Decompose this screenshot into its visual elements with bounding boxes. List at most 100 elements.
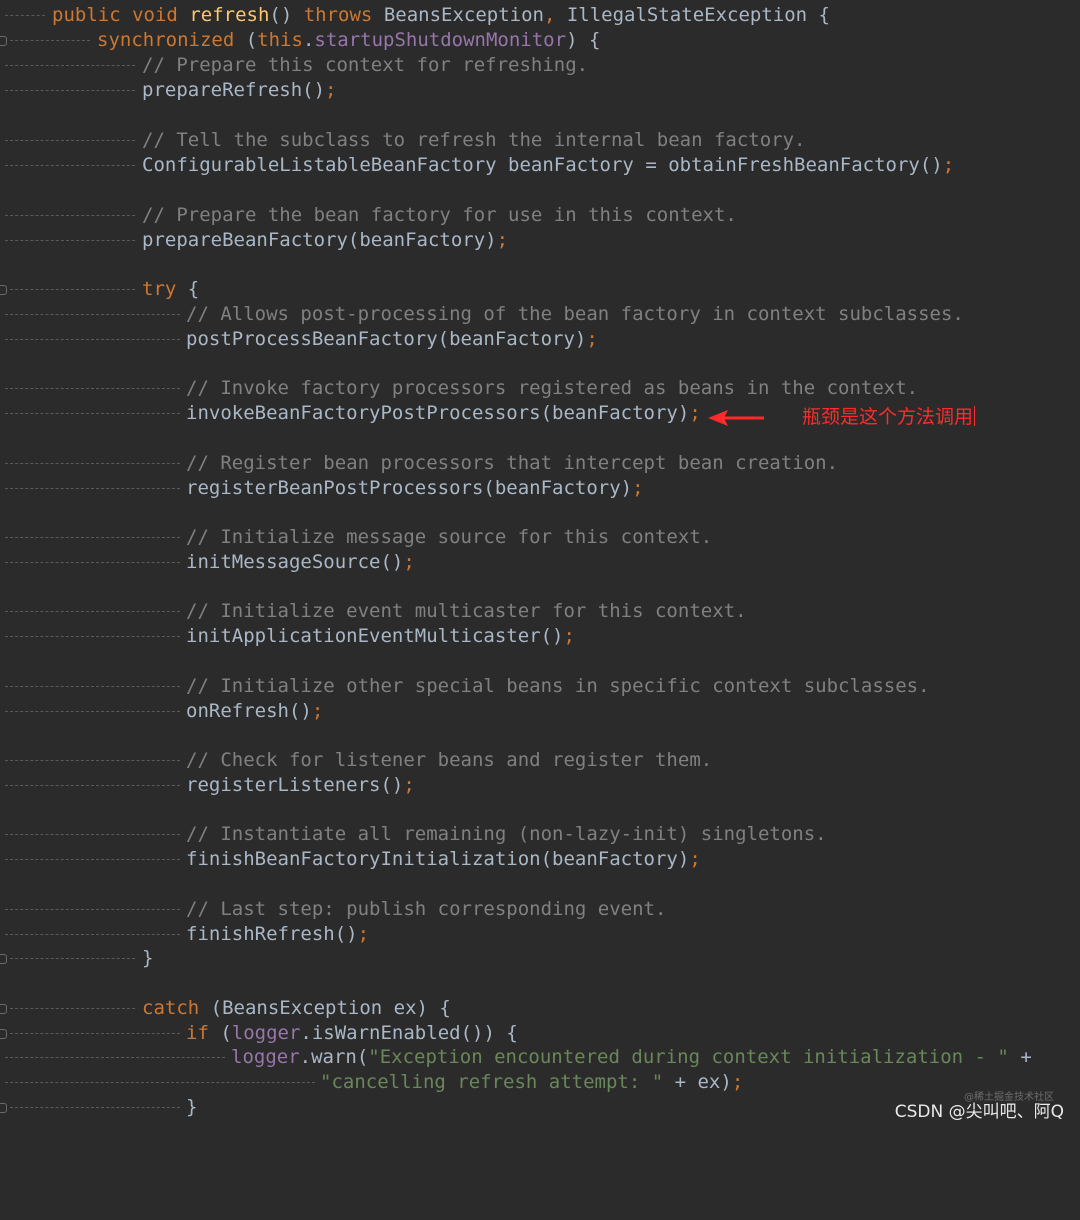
code-text: ( bbox=[208, 1022, 232, 1044]
code-line: // Initialize message source for this co… bbox=[0, 525, 1080, 550]
field-name: startupShutdownMonitor bbox=[314, 29, 567, 51]
fold-marker-icon[interactable] bbox=[0, 1004, 7, 1014]
punctuation: ; bbox=[731, 1071, 744, 1093]
code-text: .warn( bbox=[299, 1046, 369, 1068]
code-line: // Invoke factory processors registered … bbox=[0, 376, 1080, 401]
punctuation: ; bbox=[942, 154, 955, 176]
code-text: } bbox=[142, 947, 154, 969]
code-line: initMessageSource(); bbox=[0, 550, 1080, 575]
comment: // Check for listener beans and register… bbox=[186, 749, 713, 771]
fold-marker-icon[interactable] bbox=[0, 36, 7, 46]
code-text: onRefresh() bbox=[186, 700, 312, 722]
code-line: initApplicationEventMulticaster(); bbox=[0, 624, 1080, 649]
code-text: .isWarnEnabled()) { bbox=[300, 1022, 518, 1044]
code-text: { bbox=[807, 4, 830, 26]
code-line: // Initialize other special beans in spe… bbox=[0, 674, 1080, 699]
watermark: CSDN @尖叫吧、阿Q bbox=[894, 1102, 1064, 1122]
code-line: registerListeners(); bbox=[0, 773, 1080, 798]
code-text: initApplicationEventMulticaster() bbox=[186, 625, 564, 647]
annotation-text: 瓶颈是这个方法调用 bbox=[802, 406, 974, 428]
punctuation: ; bbox=[403, 551, 415, 573]
punctuation: ; bbox=[689, 402, 701, 424]
code-line: postProcessBeanFactory(beanFactory); bbox=[0, 327, 1080, 352]
comment: // Initialize message source for this co… bbox=[186, 526, 713, 548]
fold-marker-icon[interactable] bbox=[0, 954, 7, 964]
method-name: refresh bbox=[189, 4, 270, 26]
code-text: registerListeners() bbox=[186, 774, 404, 796]
code-text: registerBeanPostProcessors(beanFactory) bbox=[186, 477, 633, 499]
code-text: BeansException bbox=[383, 4, 544, 26]
code-text: ( bbox=[234, 29, 258, 51]
arrow-left-icon bbox=[708, 410, 764, 426]
code-line: public void refresh() throws BeansExcept… bbox=[0, 3, 1080, 28]
code-text: initMessageSource() bbox=[186, 551, 404, 573]
text-cursor bbox=[974, 406, 976, 426]
keyword: synchronized bbox=[97, 29, 235, 51]
comment: // Register bean processors that interce… bbox=[186, 452, 839, 474]
code-text: prepareRefresh() bbox=[142, 79, 326, 101]
code-text: + ex) bbox=[663, 1071, 732, 1093]
code-line: } bbox=[0, 946, 1080, 971]
code-line: "cancelling refresh attempt: " + ex); bbox=[0, 1070, 1080, 1095]
keyword: try bbox=[142, 278, 177, 300]
code-text: () bbox=[269, 4, 304, 26]
keyword: catch bbox=[142, 997, 200, 1019]
code-text: + bbox=[1008, 1046, 1032, 1068]
string-literal: "cancelling refresh attempt: " bbox=[320, 1071, 664, 1093]
comment: // Allows post-processing of the bean fa… bbox=[186, 303, 964, 325]
code-line: // Instantiate all remaining (non-lazy-i… bbox=[0, 822, 1080, 847]
keyword: if bbox=[186, 1022, 209, 1044]
punctuation: ; bbox=[325, 79, 337, 101]
code-line: // Allows post-processing of the bean fa… bbox=[0, 302, 1080, 327]
comment: // Prepare the bean factory for use in t… bbox=[142, 204, 737, 226]
code-line: prepareRefresh(); bbox=[0, 78, 1080, 103]
field-name: logger bbox=[231, 1046, 300, 1068]
keyword: this bbox=[257, 29, 303, 51]
code-editor[interactable]: public void refresh() throws BeansExcept… bbox=[0, 0, 1080, 1130]
code-line: ConfigurableListableBeanFactory beanFact… bbox=[0, 153, 1080, 178]
fold-marker-icon[interactable] bbox=[0, 1103, 7, 1113]
code-text: IllegalStateException bbox=[566, 4, 808, 26]
code-line: // Prepare this context for refreshing. bbox=[0, 53, 1080, 78]
code-line: // Initialize event multicaster for this… bbox=[0, 599, 1080, 624]
code-text: finishRefresh() bbox=[186, 923, 358, 945]
code-line: // Prepare the bean factory for use in t… bbox=[0, 203, 1080, 228]
code-line: registerBeanPostProcessors(beanFactory); bbox=[0, 476, 1080, 501]
code-text: (BeansException ex) { bbox=[199, 997, 451, 1019]
code-text: . bbox=[302, 29, 315, 51]
punctuation: ; bbox=[689, 848, 701, 870]
fold-marker-icon[interactable] bbox=[0, 1029, 7, 1039]
code-line: finishBeanFactoryInitialization(beanFact… bbox=[0, 847, 1080, 872]
punctuation: ; bbox=[496, 229, 509, 251]
field-name: logger bbox=[231, 1022, 301, 1044]
comment: // Tell the subclass to refresh the inte… bbox=[142, 129, 806, 151]
code-line: finishRefresh(); bbox=[0, 922, 1080, 947]
code-line: // Tell the subclass to refresh the inte… bbox=[0, 128, 1080, 153]
code-text: { bbox=[176, 278, 200, 300]
code-line: // Check for listener beans and register… bbox=[0, 748, 1080, 773]
code-text: ConfigurableListableBeanFactory beanFact… bbox=[142, 154, 943, 176]
punctuation: ; bbox=[311, 700, 324, 722]
code-text: finishBeanFactoryInitialization(beanFact… bbox=[186, 848, 690, 870]
code-text: ) { bbox=[566, 29, 601, 51]
code-line: onRefresh(); bbox=[0, 699, 1080, 724]
code-line: catch (BeansException ex) { bbox=[0, 996, 1080, 1021]
code-text: } bbox=[186, 1096, 198, 1118]
comment: // Last step: publish corresponding even… bbox=[186, 898, 667, 920]
code-text: invokeBeanFactoryPostProcessors(beanFact… bbox=[186, 402, 690, 424]
keyword: void bbox=[132, 4, 178, 26]
punctuation: ; bbox=[357, 923, 370, 945]
code-line: try { bbox=[0, 277, 1080, 302]
string-literal: "Exception encountered during context in… bbox=[368, 1046, 1009, 1068]
keyword: throws bbox=[303, 4, 373, 26]
code-text: prepareBeanFactory(beanFactory) bbox=[142, 229, 497, 251]
comment: // Invoke factory processors registered … bbox=[186, 377, 919, 399]
punctuation: ; bbox=[632, 477, 644, 499]
comment: // Prepare this context for refreshing. bbox=[142, 54, 589, 76]
fold-marker-icon[interactable] bbox=[0, 285, 7, 295]
code-line: // Register bean processors that interce… bbox=[0, 451, 1080, 476]
code-line: // Last step: publish corresponding even… bbox=[0, 897, 1080, 922]
code-text: postProcessBeanFactory(beanFactory) bbox=[186, 328, 587, 350]
punctuation: ; bbox=[403, 774, 415, 796]
comment: // Instantiate all remaining (non-lazy-i… bbox=[186, 823, 827, 845]
